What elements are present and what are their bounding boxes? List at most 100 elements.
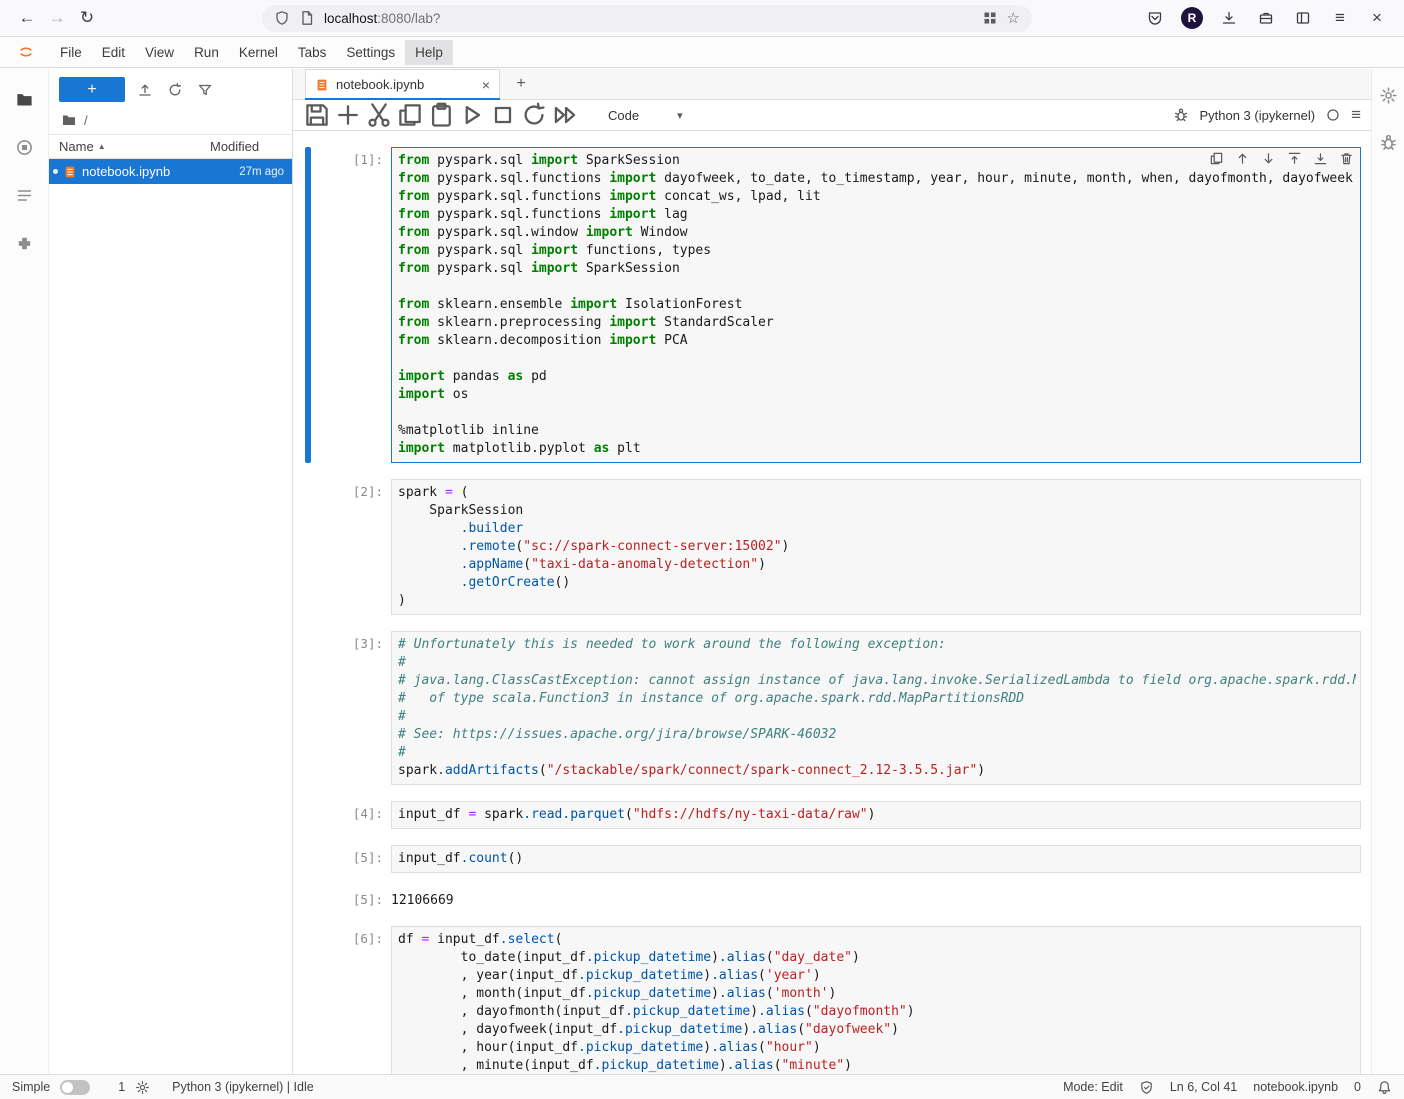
code-line: from pyspark.sql.functions import concat… <box>398 188 1356 206</box>
file-list-header: Name▲ Modified <box>49 134 292 159</box>
debugger-bug-icon[interactable] <box>1173 107 1189 123</box>
kernel-name[interactable]: Python 3 (ipykernel) <box>1199 108 1315 123</box>
notebook-menu-icon[interactable]: ≡ <box>1351 105 1361 125</box>
file-modified: 27m ago <box>239 166 284 178</box>
menu-icon[interactable]: ≡ <box>1325 4 1355 32</box>
page-info-icon[interactable] <box>299 10 315 26</box>
kernel-sessions-icon[interactable] <box>135 1080 150 1095</box>
cell-collapser[interactable] <box>305 926 311 1074</box>
right-sidebar-gear-icon[interactable] <box>1372 79 1404 112</box>
code-line: .appName("taxi-data-anomaly-detection") <box>398 556 1356 574</box>
code-line: from pyspark.sql import SparkSession <box>398 260 1356 278</box>
code-line: # <box>398 654 1356 672</box>
cell-collapser[interactable] <box>305 801 311 829</box>
code-editor[interactable]: df = input_df.select( to_date(input_df.p… <box>391 926 1361 1074</box>
code-editor[interactable]: from pyspark.sql import SparkSession from… <box>391 147 1361 463</box>
sidebars-icon[interactable] <box>1288 4 1318 32</box>
code-editor[interactable]: spark = ( SparkSession .builder .remote(… <box>391 479 1361 615</box>
notification-count: 0 <box>1354 1080 1361 1094</box>
toolbox-icon[interactable] <box>1251 4 1281 32</box>
kernel-status-text[interactable]: Python 3 (ipykernel) | Idle <box>172 1080 314 1094</box>
insert-below-icon[interactable] <box>1313 151 1328 166</box>
forward-icon[interactable]: → <box>42 4 72 32</box>
sidebar-tab-running[interactable] <box>0 123 48 171</box>
filter-icon[interactable] <box>197 82 213 98</box>
bookmark-star-icon[interactable]: ☆ <box>1007 9 1020 27</box>
save-button[interactable] <box>303 102 331 128</box>
sort-arrow-icon: ▲ <box>98 142 106 151</box>
cell-type-dropdown[interactable]: Code▾ <box>598 105 693 126</box>
simple-mode-label: Simple <box>12 1080 50 1094</box>
breadcrumb-root[interactable]: / <box>84 113 88 128</box>
code-line: %matplotlib inline <box>398 422 1356 440</box>
sort-by-name[interactable]: Name▲ <box>59 139 210 154</box>
code-line: .remote("sc://spark-connect-server:15002… <box>398 538 1356 556</box>
sidebar-tab-toc[interactable] <box>0 171 48 219</box>
sidebar-tab-extensions[interactable] <box>0 219 48 267</box>
tab-close-icon[interactable]: × <box>482 77 490 93</box>
menu-edit[interactable]: Edit <box>92 40 135 65</box>
back-icon[interactable]: ← <box>12 4 42 32</box>
tracking-shield-icon[interactable] <box>274 10 290 26</box>
downloads-icon[interactable] <box>1214 4 1244 32</box>
tab-label: notebook.ipynb <box>336 77 424 92</box>
menu-view[interactable]: View <box>135 40 184 65</box>
new-launcher-button[interactable]: + <box>59 77 125 102</box>
duplicate-icon[interactable] <box>1209 151 1224 166</box>
notebook-cell: [3]:# Unfortunately this is needed to wo… <box>305 631 1371 785</box>
stop-button[interactable] <box>489 102 517 128</box>
sort-by-modified[interactable]: Modified <box>210 139 282 154</box>
upload-icon[interactable] <box>137 82 153 98</box>
notebook-scroll-area[interactable]: [1]:from pyspark.sql import SparkSession… <box>293 131 1371 1074</box>
insert-button[interactable] <box>334 102 362 128</box>
cell-collapser[interactable] <box>305 845 311 910</box>
reload-icon[interactable]: ↻ <box>72 4 102 32</box>
refresh-icon[interactable] <box>167 82 183 98</box>
bell-icon[interactable] <box>1377 1080 1392 1095</box>
url-bar[interactable]: localhost:8080/lab? ☆ <box>262 5 1032 32</box>
code-line: from pyspark.sql.window import Window <box>398 224 1356 242</box>
new-tab-button[interactable]: + <box>508 71 534 97</box>
menu-settings[interactable]: Settings <box>336 40 405 65</box>
code-editor[interactable]: input_df = spark.read.parquet("hdfs://hd… <box>391 801 1361 829</box>
move-up-icon[interactable] <box>1235 151 1250 166</box>
tab-notebook[interactable]: notebook.ipynb × <box>305 69 500 99</box>
cut-button[interactable] <box>365 102 393 128</box>
code-line: # java.lang.ClassCastException: cannot a… <box>398 672 1356 690</box>
delete-icon[interactable] <box>1339 151 1354 166</box>
file-row-notebook[interactable]: notebook.ipynb 27m ago <box>49 159 292 184</box>
code-line: import os <box>398 386 1356 404</box>
containers-grid-icon[interactable] <box>982 10 998 26</box>
sidebar-tab-files[interactable] <box>0 75 48 123</box>
breadcrumb[interactable]: / <box>49 108 292 134</box>
code-editor[interactable]: input_df.count() <box>391 845 1361 873</box>
close-icon[interactable]: × <box>1362 4 1392 32</box>
notebook-cell: [1]:from pyspark.sql import SparkSession… <box>305 147 1371 463</box>
restart-button[interactable] <box>520 102 548 128</box>
kernel-sessions-count[interactable]: 1 <box>118 1080 125 1094</box>
code-line: import matplotlib.pyplot as plt <box>398 440 1356 458</box>
menu-run[interactable]: Run <box>184 40 229 65</box>
run-all-button[interactable] <box>551 102 579 128</box>
menu-kernel[interactable]: Kernel <box>229 40 288 65</box>
run-button[interactable] <box>458 102 486 128</box>
menu-file[interactable]: File <box>50 40 92 65</box>
simple-mode-toggle[interactable] <box>60 1080 90 1095</box>
cell-collapser[interactable] <box>305 631 311 785</box>
notebook-cell: [4]:input_df = spark.read.parquet("hdfs:… <box>305 801 1371 829</box>
right-sidebar-bug-icon[interactable] <box>1372 126 1404 159</box>
account-badge[interactable]: R <box>1177 4 1207 32</box>
insert-above-icon[interactable] <box>1287 151 1302 166</box>
code-editor[interactable]: # Unfortunately this is needed to work a… <box>391 631 1361 785</box>
move-down-icon[interactable] <box>1261 151 1276 166</box>
cell-collapser[interactable] <box>305 147 311 463</box>
cell-collapser[interactable] <box>305 479 311 615</box>
menu-help[interactable]: Help <box>405 40 453 65</box>
copy-button[interactable] <box>396 102 424 128</box>
menu-tabs[interactable]: Tabs <box>288 40 337 65</box>
paste-button[interactable] <box>427 102 455 128</box>
pocket-icon[interactable] <box>1140 4 1170 32</box>
code-line: from sklearn.decomposition import PCA <box>398 332 1356 350</box>
cursor-position[interactable]: Ln 6, Col 41 <box>1170 1080 1237 1094</box>
folder-icon <box>61 112 77 128</box>
